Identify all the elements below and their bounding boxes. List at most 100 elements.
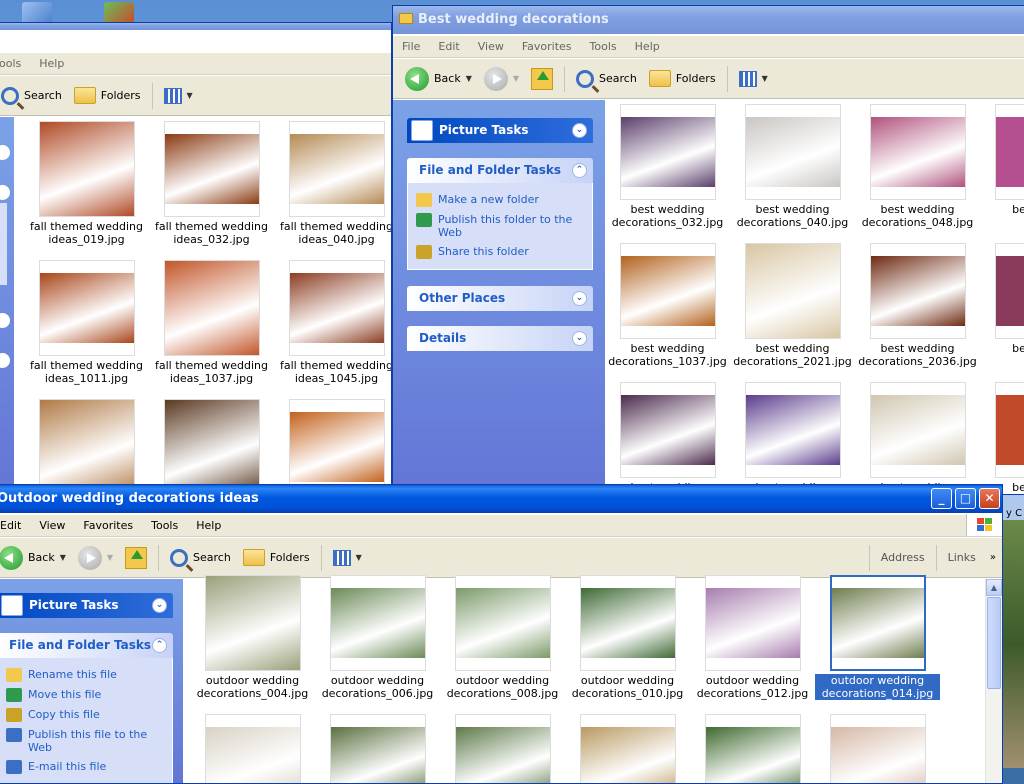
views-button[interactable]: ▼ [735, 68, 772, 90]
title-bar[interactable]: Outdoor wedding decorations ideas _ □ ✕ [0, 485, 1002, 513]
menu-favorites[interactable]: Favorites [513, 40, 581, 53]
task-link[interactable]: Make a new folder [416, 190, 584, 210]
file-thumbnail[interactable]: best wedding decorations_2036.jpg [855, 243, 980, 368]
up-button[interactable] [527, 65, 557, 93]
task-link[interactable]: E-mail this file [6, 757, 164, 777]
file-thumbnail[interactable]: outdoor wedding decorations_006.jpg [315, 575, 440, 700]
task-link[interactable]: Publish this folder to the Web [416, 210, 584, 242]
file-thumbnail[interactable]: best wedding [855, 382, 980, 494]
file-thumbnail[interactable]: best wedding decorations_1037.jpg [605, 243, 730, 368]
file-thumbnail[interactable]: fall themed wedding ideas_1011.jpg [24, 260, 149, 385]
chevron-up-icon[interactable]: ⌃ [152, 638, 167, 653]
menu-tools[interactable]: Tools [142, 519, 187, 532]
chevron-right-icon[interactable]: » [990, 552, 996, 563]
search-button[interactable]: Search [572, 67, 641, 91]
chevron-up-icon[interactable]: ⌃ [572, 163, 587, 178]
search-button[interactable]: Search [0, 84, 66, 108]
menu-help[interactable]: Help [187, 519, 230, 532]
file-thumbnail[interactable]: outdoor wedding decorations_014.jpg [815, 575, 940, 700]
file-thumbnail[interactable]: fall themed wedding ideas_040.jpg [274, 121, 392, 246]
task-pane-chevron[interactable] [0, 185, 10, 200]
chevron-down-icon[interactable]: ⌄ [572, 123, 587, 138]
back-button[interactable]: Back▼ [401, 64, 476, 94]
task-link[interactable]: Share this folder [416, 242, 584, 262]
chevron-down-icon[interactable]: ⌄ [572, 331, 587, 346]
minimize-button[interactable]: _ [931, 488, 952, 509]
file-thumbnail[interactable]: bes decora [980, 243, 1024, 355]
vertical-scrollbar[interactable]: ▲ [985, 579, 1002, 783]
menu-view[interactable]: View [469, 40, 513, 53]
desktop-icon[interactable] [22, 2, 52, 24]
desktop-icon[interactable] [104, 2, 134, 24]
menu-favorites[interactable]: Favorites [74, 519, 142, 532]
search-button[interactable]: Search [166, 546, 235, 570]
up-button[interactable] [121, 544, 151, 572]
menu-edit[interactable]: Edit [0, 519, 30, 532]
file-thumbnail[interactable]: fall themed wedding ideas_1045.jpg [274, 260, 392, 385]
forward-button[interactable]: ▼ [480, 64, 523, 94]
file-thumbnail[interactable]: outdoor wedding decorations_012.jpg [690, 575, 815, 700]
scroll-up-button[interactable]: ▲ [986, 579, 1002, 596]
task-pane-chevron[interactable] [0, 145, 10, 160]
file-thumbnail[interactable] [190, 714, 315, 784]
file-thumbnail[interactable]: best wedding decorations_2021.jpg [730, 243, 855, 368]
file-thumbnail[interactable]: bes decora [980, 104, 1024, 216]
task-link[interactable]: Copy this file [6, 705, 164, 725]
back-button[interactable]: Back▼ [0, 543, 70, 573]
menu-file[interactable]: File [393, 40, 429, 53]
file-thumbnail[interactable] [149, 399, 274, 492]
address-bar-label[interactable]: Address [877, 548, 929, 567]
details-header[interactable]: Details ⌄ [407, 326, 593, 351]
chevron-down-icon[interactable]: ⌄ [572, 291, 587, 306]
task-link[interactable]: Rename this file [6, 665, 164, 685]
title-bar[interactable] [0, 23, 391, 30]
file-thumbnail[interactable]: outdoor wedding decorations_004.jpg [190, 575, 315, 700]
file-thumbnail[interactable] [690, 714, 815, 784]
links-bar[interactable]: Links [944, 548, 980, 567]
menu-help[interactable]: Help [626, 40, 669, 53]
file-thumbnail[interactable] [274, 399, 392, 492]
file-thumbnail[interactable]: fall themed wedding ideas_032.jpg [149, 121, 274, 246]
chevron-down-icon[interactable]: ⌄ [152, 598, 167, 613]
file-thumbnail[interactable]: best wedding decorations_032.jpg [605, 104, 730, 229]
file-folder-tasks-header[interactable]: File and Folder Tasks ⌃ [0, 633, 173, 658]
picture-tasks-header[interactable]: Picture Tasks ⌄ [0, 593, 173, 618]
menu-tools[interactable]: Tools [581, 40, 626, 53]
file-thumbnail[interactable]: best wedding decorations_040.jpg [730, 104, 855, 229]
file-thumbnail[interactable] [24, 399, 149, 492]
file-thumbnail[interactable]: best wedding [605, 382, 730, 494]
task-link[interactable]: Move this file [6, 685, 164, 705]
title-bar[interactable]: Best wedding decorations [393, 6, 1024, 34]
scroll-thumb[interactable] [987, 597, 1001, 689]
task-pane-chevron[interactable] [0, 353, 10, 368]
file-thumbnail[interactable]: outdoor wedding decorations_008.jpg [440, 575, 565, 700]
file-thumbnail[interactable]: outdoor wedding decorations_010.jpg [565, 575, 690, 700]
folder-up-icon [531, 68, 553, 90]
file-thumbnail[interactable]: fall themed wedding ideas_019.jpg [24, 121, 149, 246]
folders-button[interactable]: Folders [70, 84, 145, 107]
views-button[interactable]: ▼ [160, 85, 197, 107]
menu-help[interactable]: Help [30, 57, 73, 70]
file-thumbnail[interactable]: best wedding [730, 382, 855, 494]
other-places-header[interactable]: Other Places ⌄ [407, 286, 593, 311]
forward-button[interactable]: ▼ [74, 543, 117, 573]
menu-edit[interactable]: Edit [429, 40, 468, 53]
file-thumbnail[interactable] [815, 714, 940, 784]
file-thumbnail[interactable] [565, 714, 690, 784]
menu-view[interactable]: View [30, 519, 74, 532]
file-folder-tasks-header[interactable]: File and Folder Tasks ⌃ [407, 158, 593, 183]
task-pane-chevron[interactable] [0, 313, 10, 328]
picture-tasks-header[interactable]: Picture Tasks ⌄ [407, 118, 593, 143]
file-thumbnail[interactable] [440, 714, 565, 784]
file-thumbnail[interactable] [315, 714, 440, 784]
views-button[interactable]: ▼ [329, 547, 366, 569]
maximize-button[interactable]: □ [955, 488, 976, 509]
file-thumbnail[interactable]: bes decora [980, 382, 1024, 494]
file-thumbnail[interactable]: fall themed wedding ideas_1037.jpg [149, 260, 274, 385]
task-link[interactable]: Publish this file to the Web [6, 725, 164, 757]
folders-button[interactable]: Folders [239, 546, 314, 569]
close-button[interactable]: ✕ [979, 488, 1000, 509]
menu-tools[interactable]: ools [0, 57, 30, 70]
file-thumbnail[interactable]: best wedding decorations_048.jpg [855, 104, 980, 229]
folders-button[interactable]: Folders [645, 67, 720, 90]
